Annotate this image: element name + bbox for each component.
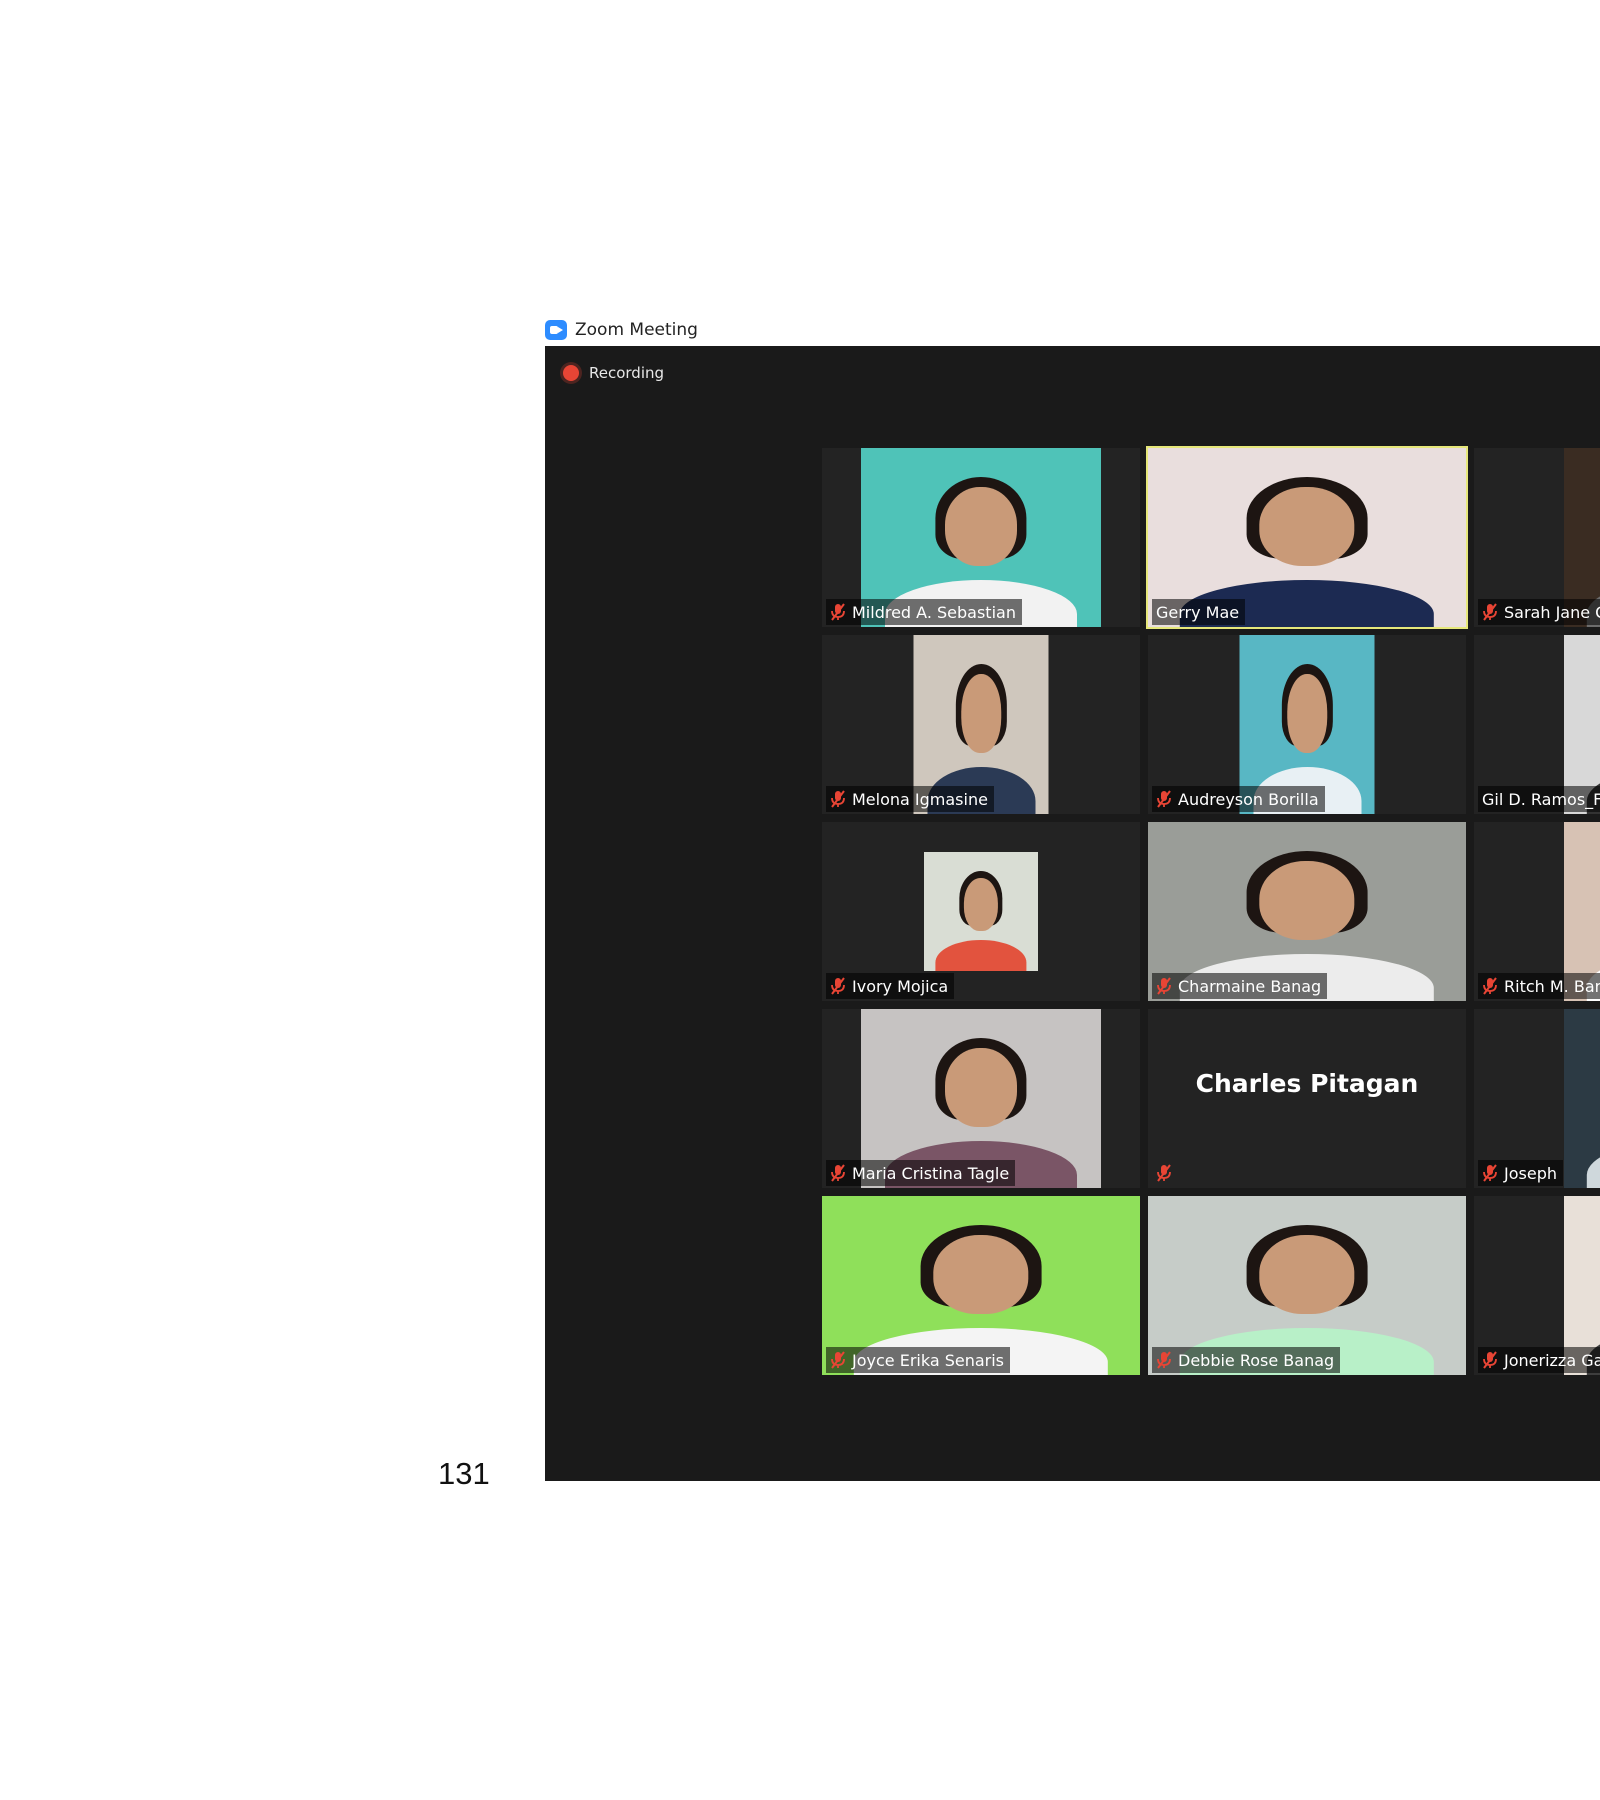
participant-name-tag <box>1152 1160 1178 1186</box>
participant-face <box>1286 674 1328 754</box>
mic-muted-icon <box>830 790 846 808</box>
participant-video <box>924 852 1038 971</box>
participant-tile[interactable]: Debbie Rose Banag <box>1148 1196 1466 1375</box>
participant-name: Joyce Erika Senaris <box>852 1350 1005 1370</box>
participant-name-tag: Maria Cristina Tagle <box>826 1160 1016 1186</box>
participant-face <box>1259 861 1355 941</box>
participant-body <box>935 940 1027 971</box>
participant-tile[interactable]: Gil D. Ramos_FA <box>1474 635 1600 814</box>
participant-name: Sarah Jane C <box>1504 602 1600 622</box>
participant-video <box>1564 1009 1600 1188</box>
mic-muted-icon <box>1156 977 1172 995</box>
participant-name: Ritch M. Ban <box>1504 976 1600 996</box>
mic-muted-icon <box>1156 1351 1172 1369</box>
gallery-grid: Mildred A. Sebastian Gerry Mae Sarah Jane … <box>822 446 1600 1375</box>
participant-tile[interactable]: Gerry Mae <box>1146 446 1468 629</box>
participant-name-tag: Debbie Rose Banag <box>1152 1347 1341 1373</box>
recording-label: Recording <box>589 364 665 382</box>
participant-name-display: Charles Pitagan <box>1195 1069 1419 1098</box>
participant-name-tag: Audreyson Borilla <box>1152 786 1325 812</box>
participant-name-tag: Sarah Jane C <box>1478 599 1600 625</box>
mic-muted-icon <box>1482 1164 1498 1182</box>
participant-tile[interactable]: Mildred A. Sebastian <box>822 448 1140 627</box>
participant-face <box>945 487 1017 567</box>
participant-name-tag: Melona Igmasine <box>826 786 994 812</box>
participant-face <box>1259 1235 1355 1315</box>
participant-tile[interactable]: Ritch M. Ban <box>1474 822 1600 1001</box>
participant-tile[interactable]: Joyce Erika Senaris <box>822 1196 1140 1375</box>
participant-tile[interactable]: Sarah Jane C <box>1474 448 1600 627</box>
participant-face <box>963 878 999 931</box>
participant-face <box>945 1048 1017 1128</box>
mic-muted-icon <box>830 1164 846 1182</box>
window-title: Zoom Meeting <box>575 320 698 340</box>
participant-face <box>933 1235 1029 1315</box>
recording-dot-icon <box>563 365 579 381</box>
participant-name: Audreyson Borilla <box>1178 789 1319 809</box>
participant-face <box>1259 487 1355 567</box>
participant-name: Gil D. Ramos_FA <box>1482 789 1600 809</box>
participant-name-tag: Joseph <box>1478 1160 1563 1186</box>
window-titlebar: Zoom Meeting <box>545 316 698 344</box>
participant-name: Joseph <box>1504 1163 1557 1183</box>
mic-muted-icon <box>1156 790 1172 808</box>
participant-name-tag: Ivory Mojica <box>826 973 955 999</box>
page-number: 131 <box>438 1456 490 1491</box>
mic-muted-icon <box>1482 1351 1498 1369</box>
mic-muted-icon <box>830 603 846 621</box>
participant-name-tag: Gil D. Ramos_FA <box>1478 786 1600 812</box>
participant-body <box>1586 1141 1600 1188</box>
meeting-window: Recording Mildred A. Sebastian Gerry Mae S… <box>545 346 1600 1481</box>
mic-muted-icon <box>1156 1164 1172 1182</box>
participant-name: Ivory Mojica <box>852 976 949 996</box>
participant-tile[interactable]: Maria Cristina Tagle <box>822 1009 1140 1188</box>
participant-face <box>960 674 1002 754</box>
participant-tile[interactable]: Audreyson Borilla <box>1148 635 1466 814</box>
participant-name: Gerry Mae <box>1156 602 1240 622</box>
participant-tile[interactable]: Melona Igmasine <box>822 635 1140 814</box>
participant-tile[interactable]: Joseph <box>1474 1009 1600 1188</box>
mic-muted-icon <box>1482 977 1498 995</box>
zoom-app-icon <box>545 320 567 340</box>
participant-name: Jonerizza Ga <box>1504 1350 1600 1370</box>
participant-name-tag: Mildred A. Sebastian <box>826 599 1022 625</box>
page: Zoom Meeting Recording Mildred A. Sebast… <box>0 0 1600 1800</box>
participant-tile[interactable]: Ivory Mojica <box>822 822 1140 1001</box>
participant-name: Maria Cristina Tagle <box>852 1163 1010 1183</box>
participant-name-tag: Charmaine Banag <box>1152 973 1328 999</box>
participant-name: Melona Igmasine <box>852 789 988 809</box>
mic-muted-icon <box>830 1351 846 1369</box>
participant-name-tag: Jonerizza Ga <box>1478 1347 1600 1373</box>
participant-name: Mildred A. Sebastian <box>852 602 1016 622</box>
recording-indicator[interactable]: Recording <box>563 364 664 382</box>
participant-name-tag: Joyce Erika Senaris <box>826 1347 1011 1373</box>
participant-tile[interactable]: Charles Pitagan <box>1148 1009 1466 1188</box>
participant-tile[interactable]: Jonerizza Ga <box>1474 1196 1600 1375</box>
participant-tile[interactable]: Charmaine Banag <box>1148 822 1466 1001</box>
participant-name: Charmaine Banag <box>1178 976 1322 996</box>
participant-name-tag: Ritch M. Ban <box>1478 973 1600 999</box>
mic-muted-icon <box>830 977 846 995</box>
mic-muted-icon <box>1482 603 1498 621</box>
participant-name-tag: Gerry Mae <box>1152 599 1246 625</box>
participant-name: Debbie Rose Banag <box>1178 1350 1335 1370</box>
